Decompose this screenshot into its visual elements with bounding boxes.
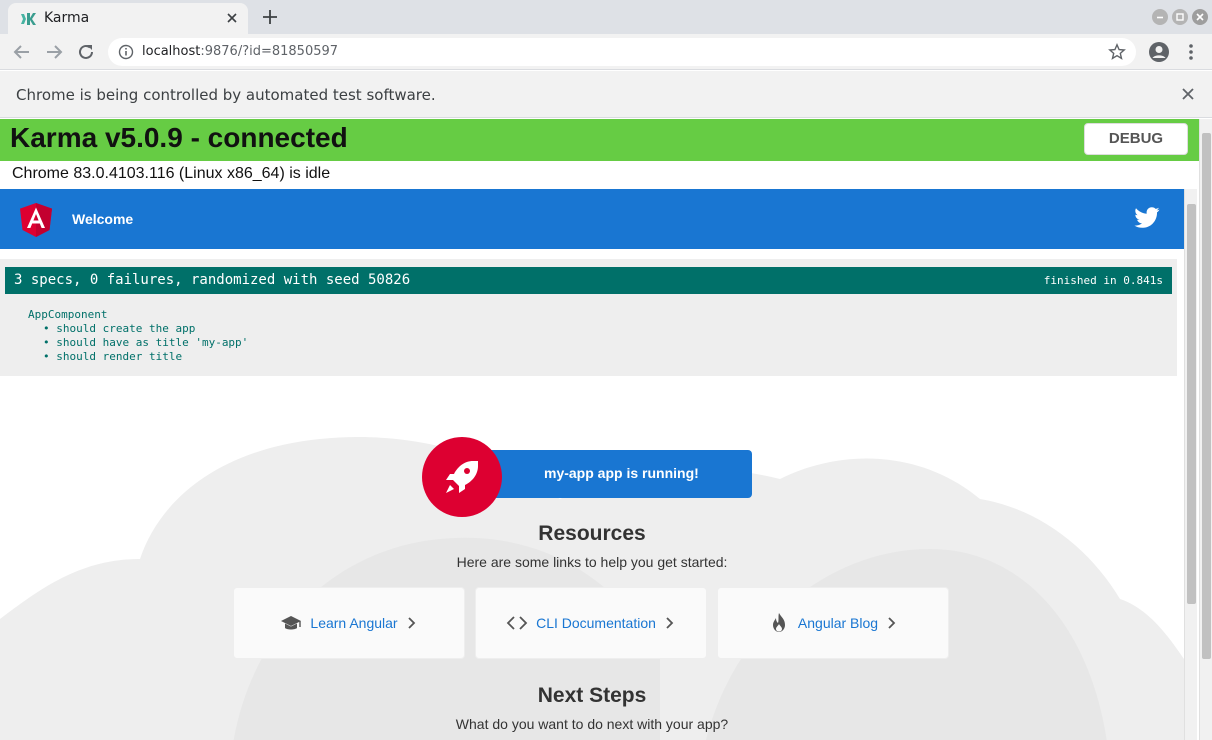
- cli-docs-card[interactable]: CLI Documentation: [475, 587, 707, 659]
- cli-docs-link[interactable]: CLI Documentation: [536, 615, 656, 631]
- angular-logo-icon: [20, 203, 52, 237]
- close-icon[interactable]: [1180, 86, 1196, 102]
- rocket-icon: [446, 461, 478, 493]
- learn-angular-link[interactable]: Learn Angular: [310, 615, 397, 631]
- karma-favicon-icon: [21, 13, 36, 25]
- angular-blog-link[interactable]: Angular Blog: [798, 615, 878, 631]
- close-window-icon[interactable]: [1192, 9, 1208, 25]
- browser-status: Chrome 83.0.4103.116 (Linux x86_64) is i…: [12, 165, 331, 182]
- learn-angular-card[interactable]: Learn Angular: [233, 587, 465, 659]
- infobar-message: Chrome is being controlled by automated …: [16, 86, 436, 104]
- automation-infobar: Chrome is being controlled by automated …: [0, 71, 1212, 118]
- reload-icon[interactable]: [74, 40, 98, 64]
- graduation-cap-icon: [281, 616, 302, 630]
- iframe-scrollbar[interactable]: [1184, 189, 1197, 740]
- resources-heading: Resources: [538, 522, 646, 545]
- test-duration: finished in 0.841s: [1043, 274, 1163, 287]
- close-tab-icon[interactable]: [222, 8, 242, 28]
- app-toolbar: Welcome: [0, 189, 1184, 249]
- page-scrollbar[interactable]: [1199, 119, 1212, 740]
- test-summary[interactable]: 3 specs, 0 failures, randomized with see…: [14, 272, 410, 288]
- context-iframe: Welcome 3 specs, 0 failures, randomized …: [0, 189, 1184, 740]
- address-bar[interactable]: localhost:9876/?id=81850597: [108, 38, 1136, 66]
- debug-button[interactable]: DEBUG: [1084, 123, 1188, 155]
- forward-arrow-icon[interactable]: [42, 40, 66, 64]
- chevron-right-icon: [666, 617, 674, 629]
- spec-item[interactable]: • should render title: [43, 350, 182, 363]
- app-toolbar-title: Welcome: [72, 211, 134, 227]
- bookmark-star-icon[interactable]: [1108, 43, 1126, 61]
- page-title: Karma v5.0.9 - connected: [10, 122, 348, 153]
- tab-title: Karma: [44, 10, 90, 26]
- account-avatar-icon[interactable]: [1147, 40, 1171, 64]
- tab-strip: Karma: [0, 0, 1212, 34]
- kebab-menu-icon[interactable]: [1179, 40, 1203, 64]
- back-arrow-icon[interactable]: [10, 40, 34, 64]
- angular-blog-card[interactable]: Angular Blog: [717, 587, 949, 659]
- test-summary-bar: 3 specs, 0 failures, randomized with see…: [5, 267, 1172, 294]
- code-brackets-icon: [506, 616, 528, 630]
- iframe-scrollbar-thumb[interactable]: [1187, 204, 1196, 604]
- spec-item[interactable]: • should create the app: [43, 322, 195, 335]
- new-tab-icon[interactable]: [259, 6, 281, 28]
- maximize-window-icon[interactable]: [1172, 9, 1188, 25]
- resources-subtitle: Here are some links to help you get star…: [456, 554, 728, 570]
- chevron-right-icon: [888, 617, 896, 629]
- twitter-icon[interactable]: [1134, 206, 1160, 230]
- browser-tab[interactable]: Karma: [8, 3, 248, 34]
- jasmine-reporter: 3 specs, 0 failures, randomized with see…: [0, 259, 1177, 376]
- next-steps-heading: Next Steps: [537, 684, 647, 707]
- spec-item[interactable]: • should have as title 'my-app': [43, 336, 248, 349]
- browser-toolbar: localhost:9876/?id=81850597: [0, 34, 1212, 70]
- spec-suite-link[interactable]: AppComponent: [28, 308, 107, 321]
- flame-icon: [772, 613, 785, 632]
- chevron-right-icon: [407, 617, 415, 629]
- page-scrollbar-thumb[interactable]: [1202, 133, 1211, 659]
- next-steps-subtitle: What do you want to do next with your ap…: [455, 716, 729, 732]
- app-running-text: my-app app is running!: [544, 465, 699, 481]
- url-text: localhost:9876/?id=81850597: [142, 44, 339, 59]
- app-running-banner: my-app app is running!: [462, 450, 752, 498]
- karma-banner: Karma v5.0.9 - connected DEBUG: [0, 119, 1199, 161]
- site-info-icon[interactable]: [118, 44, 134, 60]
- minimize-window-icon[interactable]: [1152, 9, 1168, 25]
